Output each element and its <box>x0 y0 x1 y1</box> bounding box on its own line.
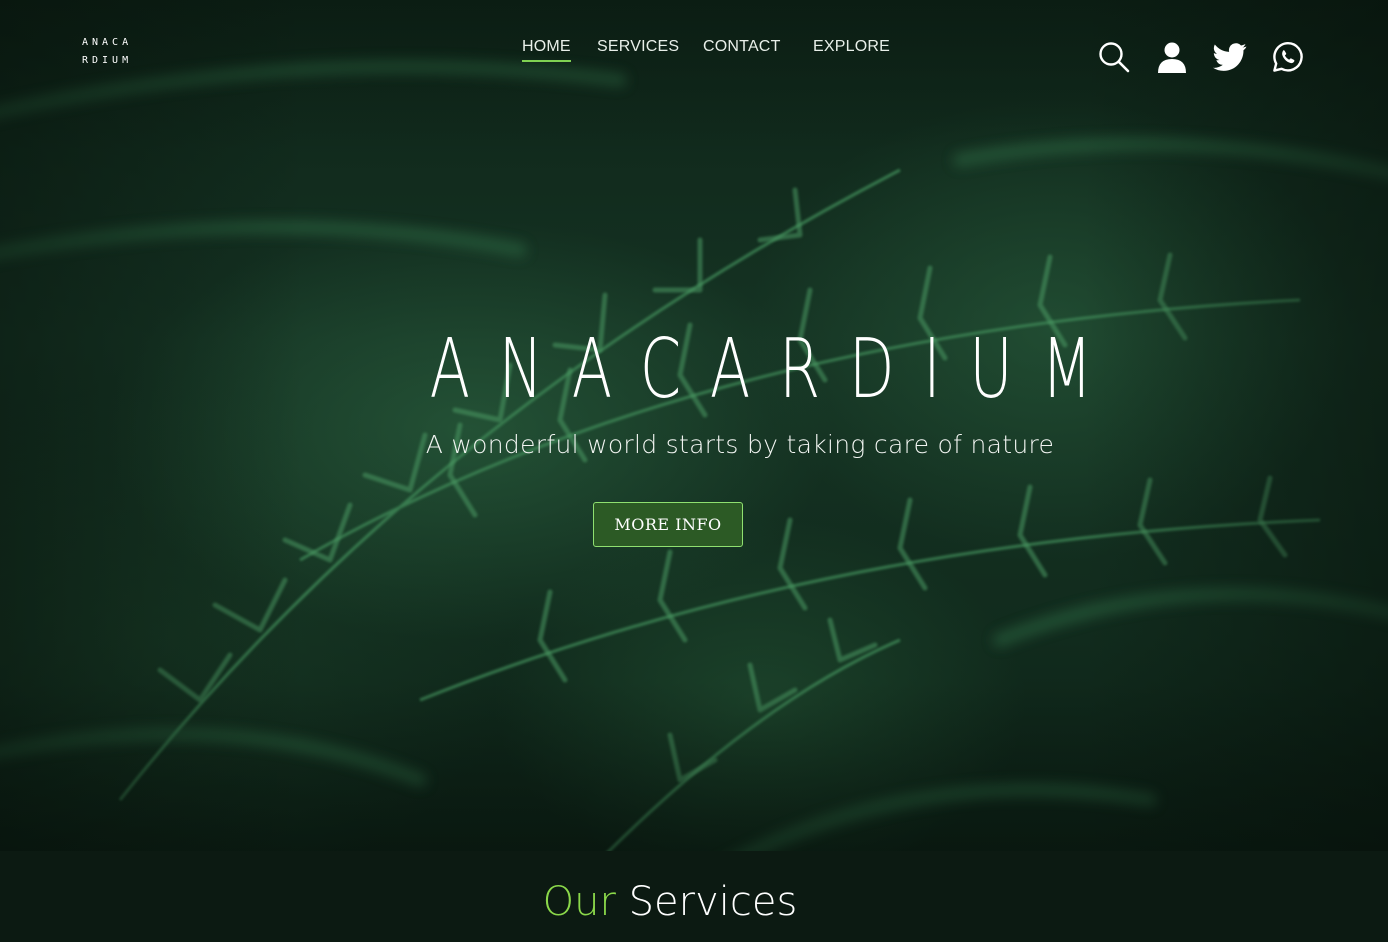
services-heading-rest: Services <box>628 879 798 925</box>
twitter-icon[interactable] <box>1213 40 1247 74</box>
user-icon[interactable] <box>1155 40 1189 74</box>
hero-subtitle: A wonderful world starts by taking care … <box>425 430 1055 459</box>
nav-item-services[interactable]: SERVICES <box>597 38 679 56</box>
more-info-button[interactable]: MORE INFO <box>593 502 743 547</box>
services-section: Our Services <box>0 851 1388 942</box>
hero-title: ANACARDIUM <box>429 322 1122 417</box>
nav-item-contact[interactable]: CONTACT <box>703 38 781 56</box>
nav-item-explore[interactable]: EXPLORE <box>813 38 890 56</box>
hero-section: ANACA RDIUM HOME SERVICES CONTACT EXPLOR… <box>0 0 1388 851</box>
services-heading-accent: Our <box>542 879 616 925</box>
whatsapp-icon[interactable] <box>1271 40 1305 74</box>
services-heading: Our Services <box>440 879 900 925</box>
logo-line-2: RDIUM <box>82 55 133 66</box>
nav-item-home[interactable]: HOME <box>522 38 571 62</box>
logo-line-1: ANACA <box>82 37 133 48</box>
brand-logo[interactable]: ANACA RDIUM <box>82 34 132 70</box>
hero-overlay <box>0 0 1388 851</box>
search-icon[interactable] <box>1097 40 1131 74</box>
